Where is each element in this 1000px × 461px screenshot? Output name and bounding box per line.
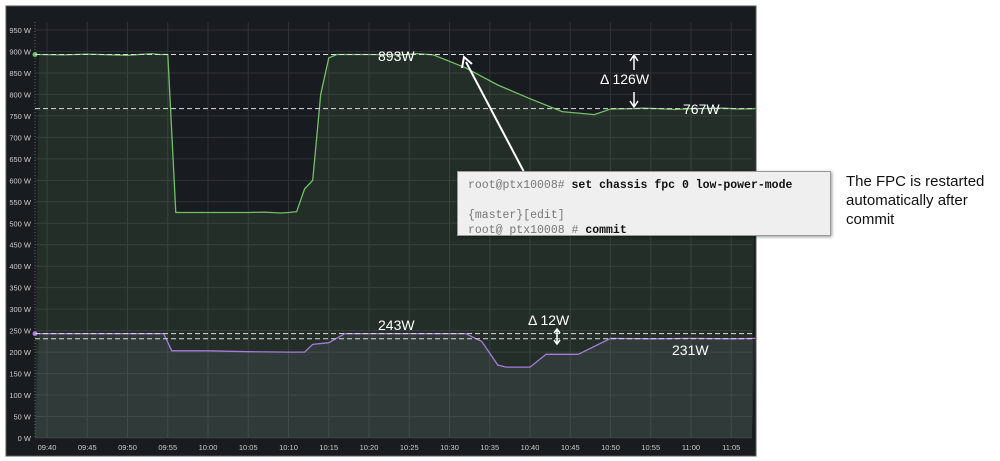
series-area — [35, 333, 756, 438]
x-tick-label: 09:40 — [38, 443, 57, 452]
x-tick-label: 10:40 — [521, 443, 540, 452]
label-893w: 893W — [378, 48, 415, 64]
y-tick-label: 50 W — [13, 413, 31, 422]
command-box: root@ptx10008# set chassis fpc 0 low-pow… — [457, 171, 831, 237]
y-tick-label: 400 W — [9, 262, 32, 271]
x-tick-label: 09:55 — [158, 443, 177, 452]
x-tick-label: 10:55 — [641, 443, 660, 452]
y-tick-label: 200 W — [9, 348, 32, 357]
y-tick-label: 100 W — [9, 391, 32, 400]
x-tick-label: 11:05 — [722, 443, 740, 452]
y-tick-label: 0 W — [18, 434, 32, 443]
y-tick-label: 950 W — [9, 26, 32, 35]
x-tick-label: 10:15 — [319, 443, 338, 452]
y-tick-label: 250 W — [9, 327, 32, 336]
x-tick-label: 10:10 — [279, 443, 298, 452]
x-tick-label: 10:05 — [239, 443, 258, 452]
label-delta-126w: Δ 126W — [600, 71, 650, 87]
x-tick-label: 10:35 — [480, 443, 499, 452]
y-tick-label: 550 W — [9, 198, 32, 207]
y-tick-label: 750 W — [9, 112, 32, 121]
context: {master}[edit] — [468, 209, 565, 222]
x-tick-label: 10:25 — [400, 443, 419, 452]
label-243w: 243W — [378, 317, 415, 333]
x-tick-label: 10:20 — [360, 443, 379, 452]
y-tick-label: 600 W — [9, 176, 32, 185]
label-231w: 231W — [672, 342, 709, 358]
y-tick-label: 900 W — [9, 47, 32, 56]
prompt: root@ ptx10008 # — [468, 224, 579, 237]
y-tick-label: 800 W — [9, 90, 32, 99]
x-tick-label: 11:00 — [682, 443, 700, 452]
x-tick-label: 09:45 — [78, 443, 97, 452]
command: commit — [585, 224, 627, 237]
y-tick-label: 450 W — [9, 241, 32, 250]
command: set chassis fpc 0 low-power-mode — [571, 179, 793, 192]
prompt: root@ptx10008# — [468, 179, 565, 192]
x-tick-label: 10:50 — [601, 443, 620, 452]
label-767w: 767W — [683, 101, 720, 117]
y-tick-label: 700 W — [9, 133, 32, 142]
y-tick-label: 500 W — [9, 219, 32, 228]
x-tick-label: 10:00 — [199, 443, 218, 452]
y-tick-label: 300 W — [9, 305, 32, 314]
x-tick-label: 09:50 — [118, 443, 137, 452]
x-tick-label: 10:30 — [440, 443, 459, 452]
y-tick-label: 850 W — [9, 69, 32, 78]
annotation-note: The FPC is restarted automatically after… — [846, 173, 985, 228]
x-tick-label: 10:45 — [561, 443, 580, 452]
y-tick-label: 350 W — [9, 284, 32, 293]
y-tick-label: 650 W — [9, 155, 32, 164]
y-tick-label: 150 W — [9, 370, 32, 379]
label-delta-12w: Δ 12W — [528, 312, 570, 328]
